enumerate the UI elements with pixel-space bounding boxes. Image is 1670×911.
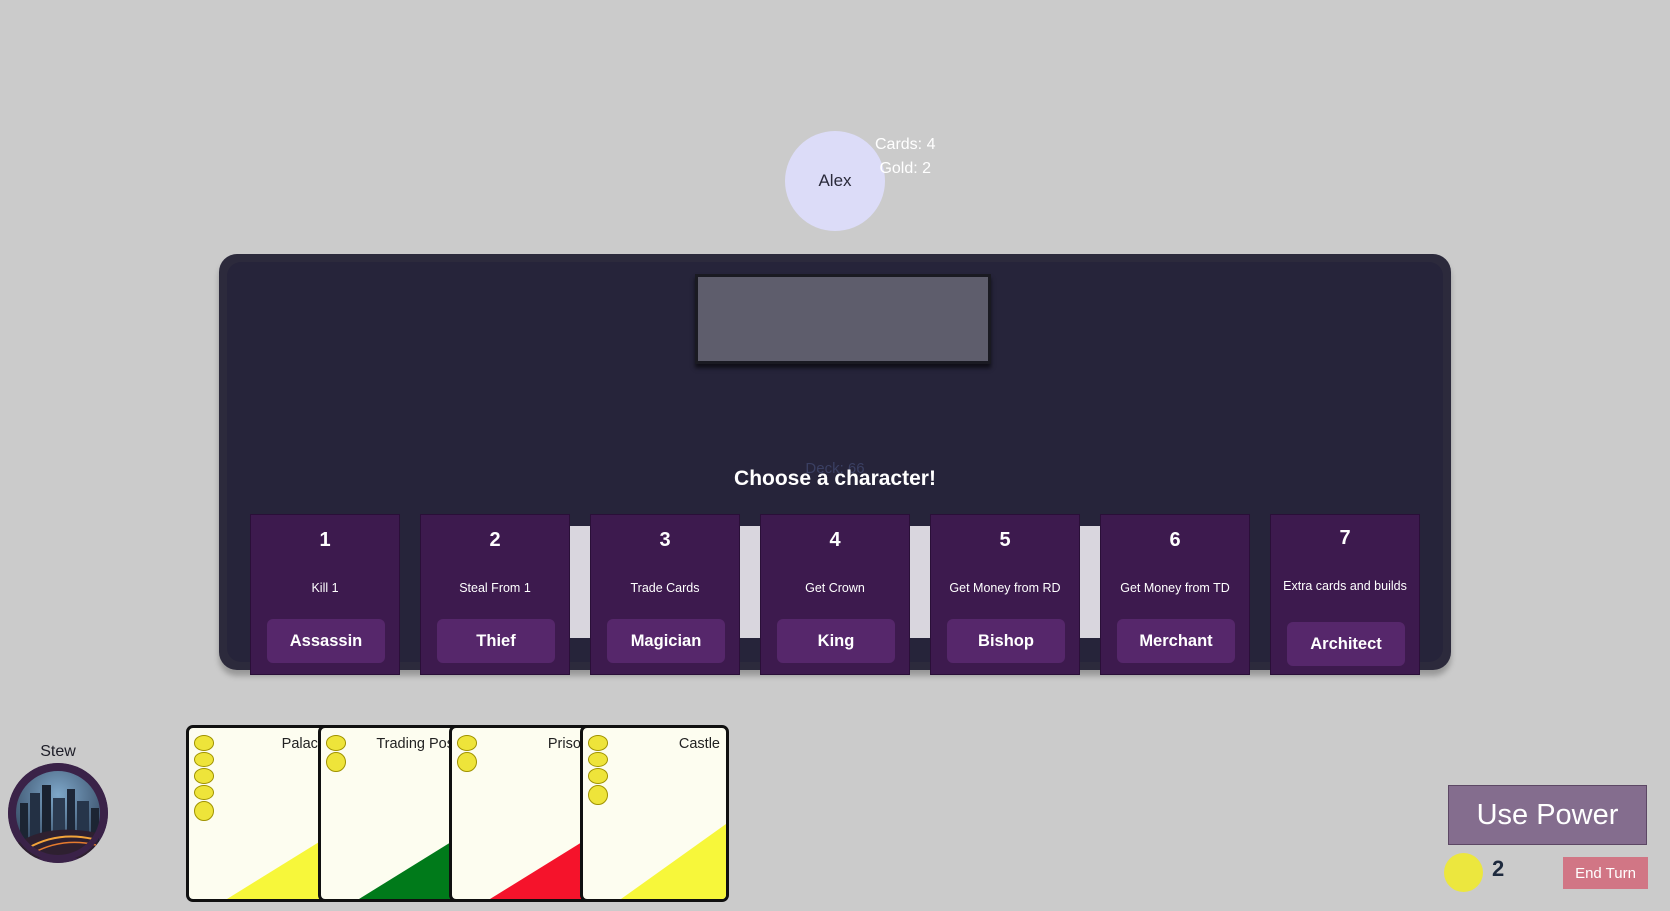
character-power: Extra cards and builds [1283,579,1407,593]
select-merchant-button[interactable]: Merchant [1117,619,1235,663]
gold-coin-icon [1444,853,1483,892]
choose-character-prompt: Choose a character! [734,467,936,490]
character-number: 1 [319,529,331,551]
cost-coins [588,735,608,805]
coin-icon [194,801,214,821]
character-power: Get Crown [805,581,865,595]
character-card-merchant[interactable]: 6 Get Money from TD Merchant [1100,514,1250,675]
select-magician-button[interactable]: Magician [607,619,725,663]
district-card-castle[interactable]: Castle [580,725,729,902]
coin-icon [588,735,608,751]
opponent-avatar[interactable]: Alex [785,131,885,231]
character-card-architect[interactable]: 7 Extra cards and builds Architect [1270,514,1420,675]
district-card-prison[interactable]: Prison [449,725,598,902]
character-number: 2 [489,529,501,551]
character-power: Steal From 1 [459,581,531,595]
character-power: Kill 1 [311,581,339,595]
coin-icon [194,751,214,767]
end-turn-button[interactable]: End Turn [1563,857,1648,889]
character-card-king[interactable]: 4 Get Crown King [760,514,910,675]
coin-icon [588,768,608,784]
select-architect-button[interactable]: Architect [1287,622,1405,666]
character-card-bishop[interactable]: 5 Get Money from RD Bishop [930,514,1080,675]
coin-icon [326,751,346,772]
coin-icon [588,784,608,805]
district-card-palace[interactable]: Palace [186,725,335,902]
character-number: 6 [1169,529,1181,551]
character-number: 3 [659,529,671,551]
coin-icon [194,735,214,751]
select-assassin-button[interactable]: Assassin [267,619,385,663]
coin-icon [194,768,214,784]
district-card-trading-post[interactable]: Trading Post [318,725,467,902]
character-number: 4 [829,529,841,551]
district-name: Trading Post [376,736,458,752]
opponent-name: Alex [818,171,852,190]
cost-coins [326,735,346,772]
select-bishop-button[interactable]: Bishop [947,619,1065,663]
cost-coins [194,735,214,821]
use-power-button[interactable]: Use Power [1448,785,1647,845]
player-gold-count: 2 [1492,856,1505,881]
opponent-gold-count: Gold: 2 [879,160,932,177]
district-name: Castle [678,736,720,752]
character-number: 5 [999,529,1011,551]
cost-coins [457,735,477,772]
palace-color-triangle [227,834,332,899]
character-card-magician[interactable]: 3 Trade Cards Magician [590,514,740,675]
character-power: Get Money from RD [949,581,1061,595]
player-name: Stew [40,743,76,760]
character-card-thief[interactable]: 2 Steal From 1 Thief [420,514,570,675]
card-slot [695,274,991,364]
coin-icon [457,735,477,751]
select-thief-button[interactable]: Thief [437,619,555,663]
character-power: Trade Cards [630,581,700,595]
coin-icon [457,751,477,772]
coin-icon [588,751,608,767]
city-night-avatar-icon [8,763,108,863]
opponent-cards-count: Cards: 4 [875,136,936,153]
select-king-button[interactable]: King [777,619,895,663]
opponent-stats: Cards: 4 Gold: 2 [875,133,935,181]
character-number: 7 [1339,527,1351,549]
castle-color-triangle [621,824,726,899]
character-power: Get Money from TD [1120,581,1230,595]
character-card-assassin[interactable]: 1 Kill 1 Assassin [250,514,400,675]
coin-icon [194,784,214,800]
coin-icon [326,735,346,751]
